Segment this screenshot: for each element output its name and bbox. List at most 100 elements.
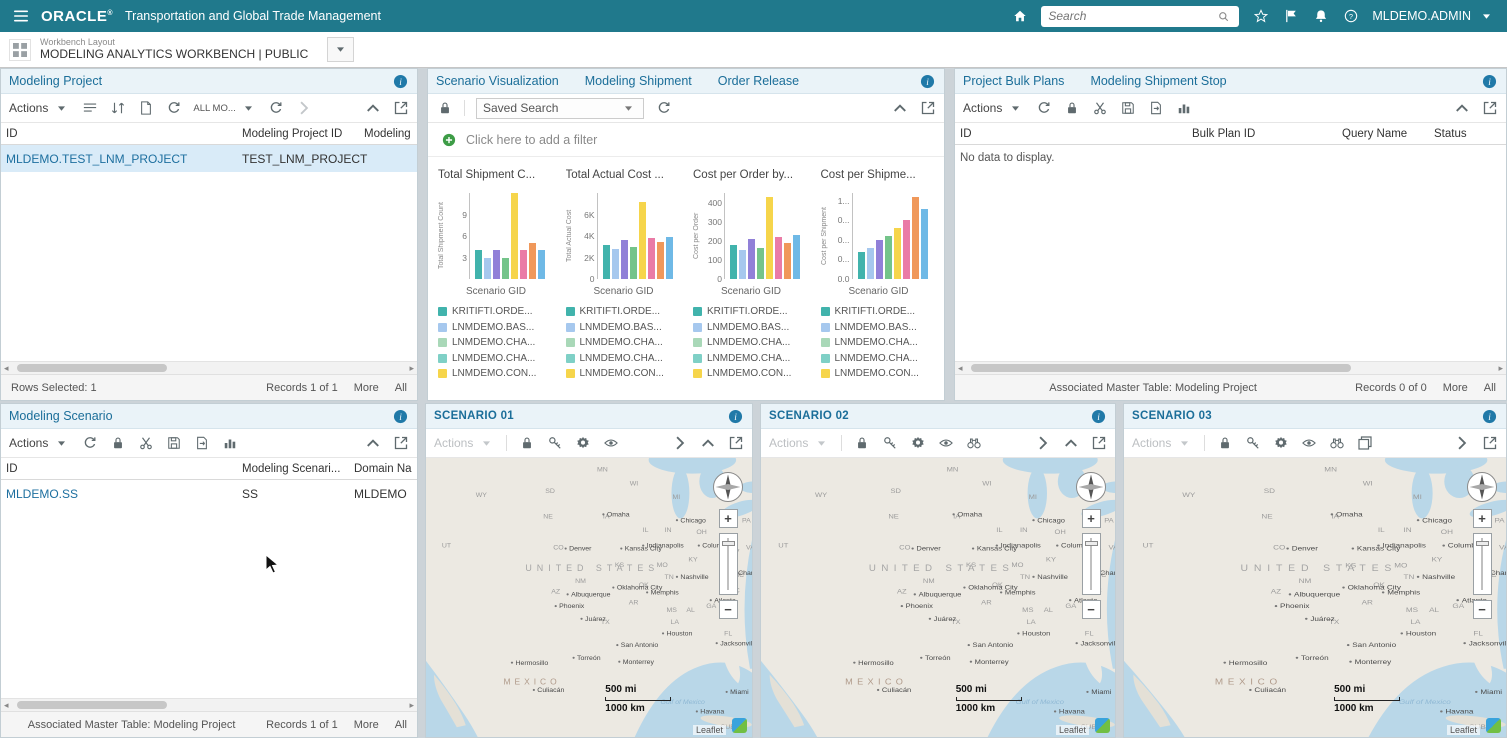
chart-bar[interactable] xyxy=(529,243,536,279)
next-page-chevron-icon[interactable] xyxy=(296,100,313,117)
gear-icon[interactable] xyxy=(909,435,926,452)
collapse-panel-icon[interactable] xyxy=(891,100,908,117)
column-header-project-id[interactable]: Modeling Project ID xyxy=(242,128,364,140)
scrollbar-thumb[interactable] xyxy=(17,364,167,372)
help-icon[interactable]: ? xyxy=(1342,8,1359,25)
search-input[interactable] xyxy=(1048,9,1211,23)
saved-search-dropdown[interactable]: Saved Search xyxy=(476,98,644,119)
legend-item[interactable]: LNMDEMO.CON... xyxy=(438,368,556,379)
saved-query-dropdown[interactable]: ALL MO... xyxy=(193,100,256,117)
filter-bar[interactable]: Click here to add a filter xyxy=(428,123,944,157)
scroll-left-arrow[interactable]: ◂ xyxy=(4,362,9,374)
notifications-icon[interactable] xyxy=(1312,8,1329,25)
table-row[interactable]: MLDEMO.TEST_LNM_PROJECT TEST_LNM_PROJECT xyxy=(1,145,417,172)
chart-bar[interactable] xyxy=(912,197,919,279)
sort-icon[interactable] xyxy=(109,100,126,117)
chart-bar[interactable] xyxy=(648,238,655,279)
basemap-logo-icon[interactable] xyxy=(1486,718,1501,733)
eye-icon[interactable] xyxy=(937,435,954,452)
legend-item[interactable]: LNMDEMO.CHA... xyxy=(566,337,684,348)
scenario-id-link[interactable]: MLDEMO.SS xyxy=(6,487,242,501)
binoculars-icon[interactable] xyxy=(965,435,982,452)
refresh-icon[interactable] xyxy=(268,100,285,117)
add-filter-icon[interactable] xyxy=(440,131,457,148)
legend-item[interactable]: KRITIFTI.ORDE... xyxy=(821,306,939,317)
global-search[interactable] xyxy=(1041,6,1239,27)
legend-item[interactable]: LNMDEMO.CON... xyxy=(693,368,811,379)
legend-item[interactable]: LNMDEMO.CHA... xyxy=(821,337,939,348)
flag-icon[interactable] xyxy=(1282,8,1299,25)
zoom-in-button[interactable]: + xyxy=(1473,509,1492,528)
legend-item[interactable]: KRITIFTI.ORDE... xyxy=(438,306,556,317)
key-icon[interactable] xyxy=(546,435,563,452)
all-link[interactable]: All xyxy=(395,719,407,731)
legend-item[interactable]: LNMDEMO.CHA... xyxy=(566,353,684,364)
legend-item[interactable]: KRITIFTI.ORDE... xyxy=(693,306,811,317)
collapse-panel-icon[interactable] xyxy=(1453,100,1470,117)
chart-bar[interactable] xyxy=(793,235,800,279)
column-header-project[interactable]: Modeling Proj... xyxy=(364,128,412,140)
chart-bar[interactable] xyxy=(493,250,500,279)
save-icon[interactable] xyxy=(165,435,182,452)
collapse-panel-icon[interactable] xyxy=(1062,435,1079,452)
info-icon[interactable]: i xyxy=(1090,408,1107,425)
next-chevron-icon[interactable] xyxy=(1453,435,1470,452)
layout-dropdown-button[interactable] xyxy=(327,37,354,62)
legend-item[interactable]: KRITIFTI.ORDE... xyxy=(566,306,684,317)
chart-bar[interactable] xyxy=(739,250,746,279)
lock-icon[interactable] xyxy=(1216,435,1233,452)
chart-icon[interactable] xyxy=(221,435,238,452)
user-menu[interactable]: MLDEMO.ADMIN xyxy=(1372,8,1495,25)
zoom-in-button[interactable]: + xyxy=(719,509,738,528)
map-canvas[interactable]: WYSDMNWIMIIANEILINOHPAWVVAUTCOKSMOKYTNNC… xyxy=(761,458,1115,737)
scroll-right-arrow[interactable]: ▸ xyxy=(1498,362,1503,374)
zoom-out-button[interactable]: − xyxy=(1473,600,1492,619)
export-icon[interactable] xyxy=(193,435,210,452)
info-icon[interactable]: i xyxy=(392,408,409,425)
export-icon[interactable] xyxy=(1147,100,1164,117)
scrollbar-thumb[interactable] xyxy=(17,701,167,709)
collapse-panel-icon[interactable] xyxy=(364,435,381,452)
maximize-panel-icon[interactable] xyxy=(1090,435,1107,452)
maximize-panel-icon[interactable] xyxy=(392,100,409,117)
column-header-query-name[interactable]: Query Name xyxy=(1342,128,1434,140)
workbench-layout-selector[interactable]: Workbench Layout MODELING ANALYTICS WORK… xyxy=(40,37,308,61)
refresh-icon[interactable] xyxy=(81,435,98,452)
favorites-icon[interactable] xyxy=(1252,8,1269,25)
pages-icon[interactable] xyxy=(1356,435,1373,452)
legend-item[interactable]: LNMDEMO.BAS... xyxy=(566,322,684,333)
column-header-status[interactable]: Status xyxy=(1434,128,1501,140)
document-icon[interactable] xyxy=(137,100,154,117)
chart-bar[interactable] xyxy=(511,193,518,279)
legend-item[interactable]: LNMDEMO.CHA... xyxy=(438,337,556,348)
chart-bar[interactable] xyxy=(885,236,892,279)
collapse-panel-icon[interactable] xyxy=(364,100,381,117)
tab-scenario-visualization[interactable]: Scenario Visualization xyxy=(436,74,559,88)
chart-bar[interactable] xyxy=(666,237,673,279)
zoom-slider[interactable] xyxy=(1082,533,1101,595)
tab-order-release[interactable]: Order Release xyxy=(718,74,799,88)
legend-item[interactable]: LNMDEMO.CON... xyxy=(821,368,939,379)
refresh-icon[interactable] xyxy=(1035,100,1052,117)
actions-button[interactable]: Actions xyxy=(9,435,70,452)
key-icon[interactable] xyxy=(1244,435,1261,452)
chart-bar[interactable] xyxy=(748,239,755,279)
chart-bar[interactable] xyxy=(484,258,491,280)
horizontal-scrollbar[interactable]: ◂ ▸ xyxy=(1,361,417,374)
eye-icon[interactable] xyxy=(602,435,619,452)
view-menu-icon[interactable] xyxy=(81,100,98,117)
chart-bar[interactable] xyxy=(766,197,773,279)
chart-bar[interactable] xyxy=(867,248,874,279)
tab-modeling-shipment-stop[interactable]: Modeling Shipment Stop xyxy=(1090,74,1226,88)
column-header-id[interactable]: ID xyxy=(6,128,242,140)
tab-modeling-shipment[interactable]: Modeling Shipment xyxy=(585,74,692,88)
lock-icon[interactable] xyxy=(853,435,870,452)
chart-bar[interactable] xyxy=(903,220,910,279)
more-link[interactable]: More xyxy=(1443,382,1468,394)
hamburger-menu-icon[interactable] xyxy=(12,8,29,25)
column-header-id[interactable]: ID xyxy=(6,463,242,475)
legend-item[interactable]: LNMDEMO.BAS... xyxy=(438,322,556,333)
column-header-bulk-plan-id[interactable]: Bulk Plan ID xyxy=(1192,128,1342,140)
chart-bar[interactable] xyxy=(502,258,509,280)
scrollbar-thumb[interactable] xyxy=(971,364,1351,372)
